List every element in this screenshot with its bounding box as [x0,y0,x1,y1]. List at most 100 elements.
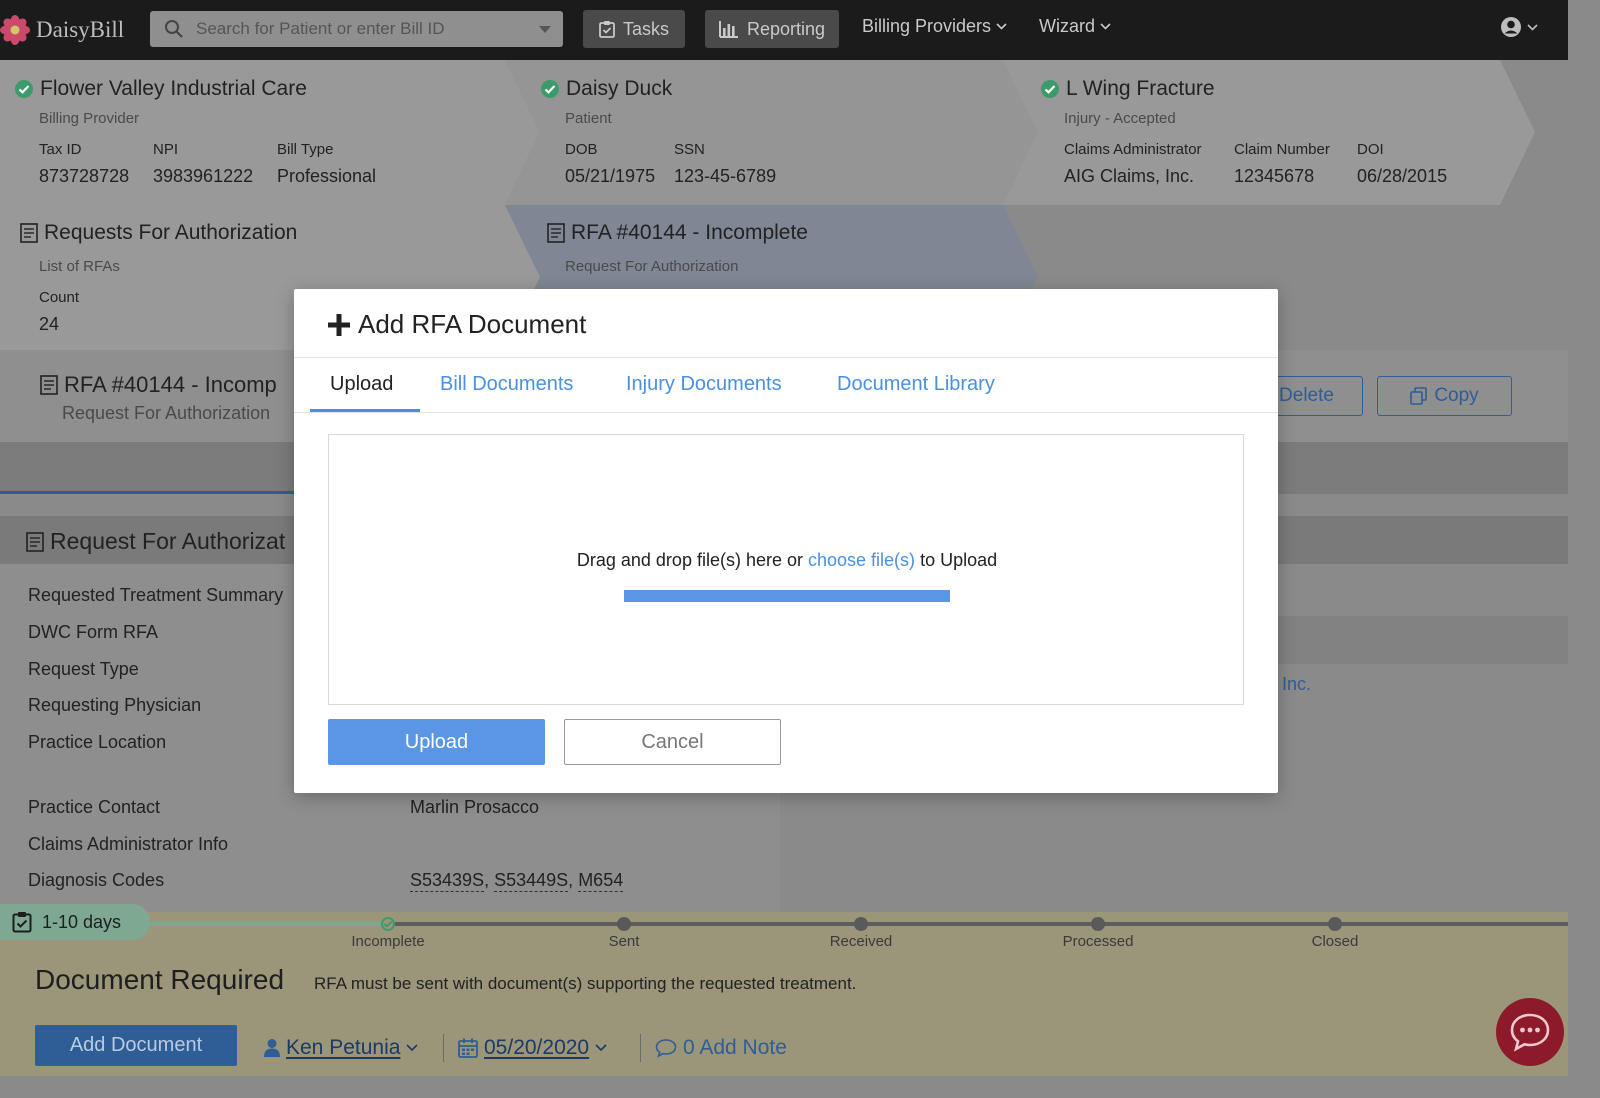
copy-icon [1410,387,1428,405]
search-icon [164,19,184,39]
step-label: Received [829,933,893,950]
step-label: Sent [608,933,640,950]
rfa-count-value: 24 [39,314,60,334]
step-dot-closed [1328,917,1342,931]
document-list-icon [547,223,565,243]
document-list-icon [26,531,44,552]
add-note-link[interactable]: 0 Add Note [655,1036,787,1060]
choose-files-link[interactable]: choose file(s) [808,550,915,570]
date-dropdown[interactable]: 05/20/2020 [458,1036,607,1060]
rfa-current-title[interactable]: RFA #40144 - Incomplete [547,221,808,245]
rfa-list-label: Requests For Authorization [44,221,298,244]
upload-progress-bar [624,590,950,602]
step-dot-incomplete [381,917,395,931]
rfa-list-title[interactable]: Requests For Authorization [20,221,297,245]
divider [294,357,1278,358]
provider-subtitle: Billing Provider [39,110,140,127]
rfa-list-subtitle: List of RFAs [39,258,120,275]
dob-value: 05/21/1975 [565,166,656,186]
field-label: Request Type [28,659,139,679]
modal-title: Add RFA Document [328,309,586,340]
brand-logo[interactable]: DaisyBill [0,10,124,50]
injury-card-title[interactable]: L Wing Fracture [1040,77,1215,101]
claims-admin-label: Claims Administrator [1064,141,1202,158]
add-note-label: 0 Add Note [683,1036,787,1059]
field-label: Practice Location [28,732,167,752]
chevron-down-icon [595,1044,607,1052]
tasks-button[interactable]: Tasks [583,10,685,48]
copy-label: Copy [1434,385,1479,406]
field-label: DWC Form RFA [28,622,158,642]
divider [294,412,1278,413]
step-dot-sent [617,917,631,931]
step-dot-received [854,917,868,931]
patient-card-title[interactable]: Daisy Duck [540,77,672,101]
chat-bubble-icon [1509,1012,1551,1052]
claim-number-label: Claim Number [1234,141,1330,158]
add-document-button[interactable]: Add Document [35,1025,237,1066]
rfa-row-title-text: RFA #40144 - Incomp [64,372,277,397]
tab-injury-documents[interactable]: Injury Documents [626,373,782,396]
step-dot-processed [1091,917,1105,931]
chevron-down-icon [1527,23,1538,31]
top-nav: DaisyBill Tasks Reporting Billing Provid… [0,0,1568,60]
diagnosis-code-link[interactable]: S53449S [494,870,569,892]
plus-icon [328,313,350,336]
dropzone-text-before: Drag and drop file(s) here or [576,550,803,570]
check-circle-icon [540,79,560,99]
user-circle-icon [1500,16,1522,38]
provider-card-title[interactable]: Flower Valley Industrial Care [14,77,307,101]
tax-id-value: 873728728 [39,166,130,186]
upload-button[interactable]: Upload [328,719,545,765]
doi-value: 06/28/2015 [1357,166,1448,186]
step-label: Incomplete [351,933,425,950]
assignee-name: Ken Petunia [286,1036,401,1059]
chat-button[interactable] [1496,998,1564,1066]
patient-search[interactable] [150,11,563,47]
billing-providers-label: Billing Providers [862,16,992,36]
reporting-button[interactable]: Reporting [705,10,839,48]
days-label: 1-10 days [42,911,122,932]
practice-contact-value: Marlin Prosacco [410,797,540,817]
delete-label: Delete [1279,385,1334,406]
wizard-label: Wizard [1039,16,1096,36]
document-list-icon [20,223,38,243]
check-circle-icon [14,79,34,99]
cancel-button[interactable]: Cancel [564,719,781,765]
bill-type-value: Professional [277,166,377,186]
tab-bill-documents[interactable]: Bill Documents [440,373,573,396]
clipboard-check-icon [599,20,615,38]
caret-down-icon[interactable] [539,26,551,34]
rfa-row-subtitle: Request For Authorization [62,403,271,423]
injury-name: L Wing Fracture [1066,77,1215,100]
injury-subtitle: Injury - Accepted [1064,110,1176,127]
npi-value: 3983961222 [153,166,254,186]
chevron-down-icon [996,23,1007,30]
diagnosis-code-link[interactable]: S53439S [410,870,485,892]
claims-admin-value: AIG Claims, Inc. [1064,166,1195,186]
file-dropzone[interactable]: Drag and drop file(s) here or choose fil… [328,434,1244,705]
document-list-icon [40,375,58,395]
flower-icon [0,15,30,45]
active-tab-indicator [0,491,294,494]
wizard-menu[interactable]: Wizard [1039,16,1111,37]
step-label: Processed [1062,933,1134,950]
field-label: Claims Administrator Info [28,834,229,854]
days-badge: 1-10 days [0,904,150,940]
rfa-count-label: Count [39,289,80,306]
date-value: 05/20/2020 [484,1036,590,1059]
diagnosis-code-link[interactable]: M654 [578,870,624,892]
divider [443,1034,444,1062]
divider [640,1034,641,1062]
user-menu[interactable] [1500,16,1538,38]
rfa-current-subtitle: Request For Authorization [565,258,739,275]
billing-providers-menu[interactable]: Billing Providers [862,16,1007,37]
step-label: Closed [1311,933,1359,950]
search-input[interactable] [196,19,516,39]
add-rfa-document-modal: Add RFA Document Upload Bill Documents I… [294,289,1278,793]
copy-button[interactable]: Copy [1377,376,1512,416]
tab-upload[interactable]: Upload [330,373,393,396]
patient-subtitle: Patient [565,110,612,127]
assignee-dropdown[interactable]: Ken Petunia [264,1036,419,1060]
tab-document-library[interactable]: Document Library [837,373,995,396]
